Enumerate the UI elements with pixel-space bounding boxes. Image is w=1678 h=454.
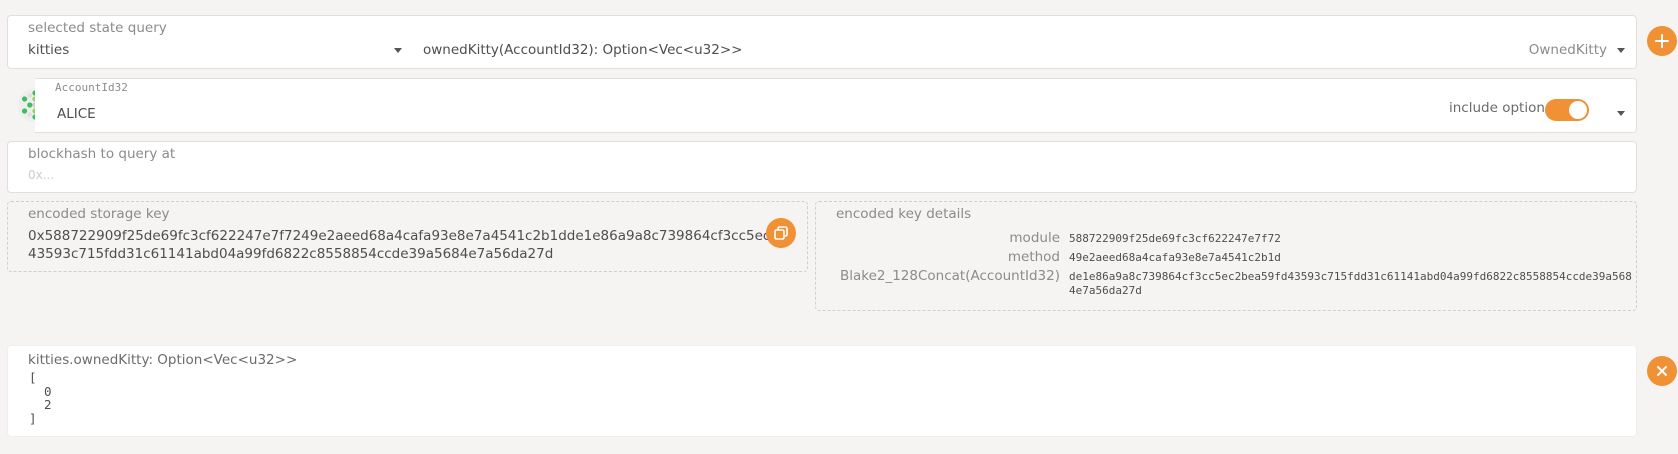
hasher-hash-line-1: de1e86a9a8c739864cf3cc5ec2bea59fd43593c7…: [1069, 270, 1632, 283]
state-query-selector: selected state query kitties ownedKitty(…: [7, 15, 1637, 69]
storage-key-line-1: 0x588722909f25de69fc3cf622247e7f7249e2ae…: [28, 228, 776, 244]
account-input[interactable]: AccountId32 ALICE include option: [35, 78, 1637, 133]
copy-icon: [774, 226, 788, 240]
add-query-button[interactable]: [1647, 26, 1677, 56]
result-value: [ 0 2 ]: [29, 371, 52, 425]
query-result-panel: kitties.ownedKitty: Option<Vec<u32>> [ 0…: [7, 345, 1637, 437]
hasher-key: Blake2_128Concat(AccountId32): [839, 268, 1060, 284]
plus-icon: [1655, 34, 1669, 48]
include-option-label: include option: [1449, 100, 1545, 116]
encoded-storage-key-panel: encoded storage key 0x588722909f25de69fc…: [7, 201, 808, 272]
hasher-hash-line-2: 4e7a56da27d: [1069, 284, 1142, 297]
blockhash-placeholder: 0x...: [28, 168, 55, 182]
result-line: ]: [29, 410, 37, 426]
include-option-toggle[interactable]: [1545, 99, 1589, 121]
result-title: kitties.ownedKitty: Option<Vec<u32>>: [28, 352, 298, 368]
module-key: module: [1009, 230, 1060, 246]
method-dropdown[interactable]: ownedKitty(AccountId32): Option<Vec<u32>…: [423, 16, 1633, 70]
blockhash-input[interactable]: blockhash to query at 0x...: [7, 141, 1637, 193]
module-dropdown[interactable]: kitties: [8, 16, 403, 70]
storage-key-label: encoded storage key: [28, 206, 170, 222]
method-chevron-down-icon: [1617, 48, 1625, 53]
method-type-name: OwnedKitty: [1528, 42, 1607, 58]
encoded-key-details-panel: encoded key details module 588722909f25d…: [815, 201, 1637, 311]
toggle-knob: [1569, 101, 1587, 119]
account-chevron-down-icon[interactable]: [1617, 111, 1625, 116]
method-hash: 49e2aeed68a4cafa93e8e7a4541c2b1d: [1069, 251, 1281, 264]
account-label: AccountId32: [55, 81, 128, 94]
blockhash-label: blockhash to query at: [28, 146, 176, 162]
key-details-label: encoded key details: [836, 206, 972, 222]
remove-result-button[interactable]: [1647, 356, 1677, 386]
storage-key-line-2: 43593c715fdd31c61141abd04a99fd6822c85588…: [28, 246, 554, 262]
copy-button[interactable]: [766, 218, 796, 248]
method-value: ownedKitty(AccountId32): Option<Vec<u32>…: [423, 42, 743, 58]
module-chevron-down-icon: [394, 48, 402, 53]
method-key: method: [1007, 249, 1060, 265]
module-value: kitties: [28, 42, 70, 58]
account-value: ALICE: [57, 106, 96, 122]
module-hash: 588722909f25de69fc3cf622247e7f72: [1069, 232, 1281, 245]
close-icon: [1657, 366, 1667, 376]
